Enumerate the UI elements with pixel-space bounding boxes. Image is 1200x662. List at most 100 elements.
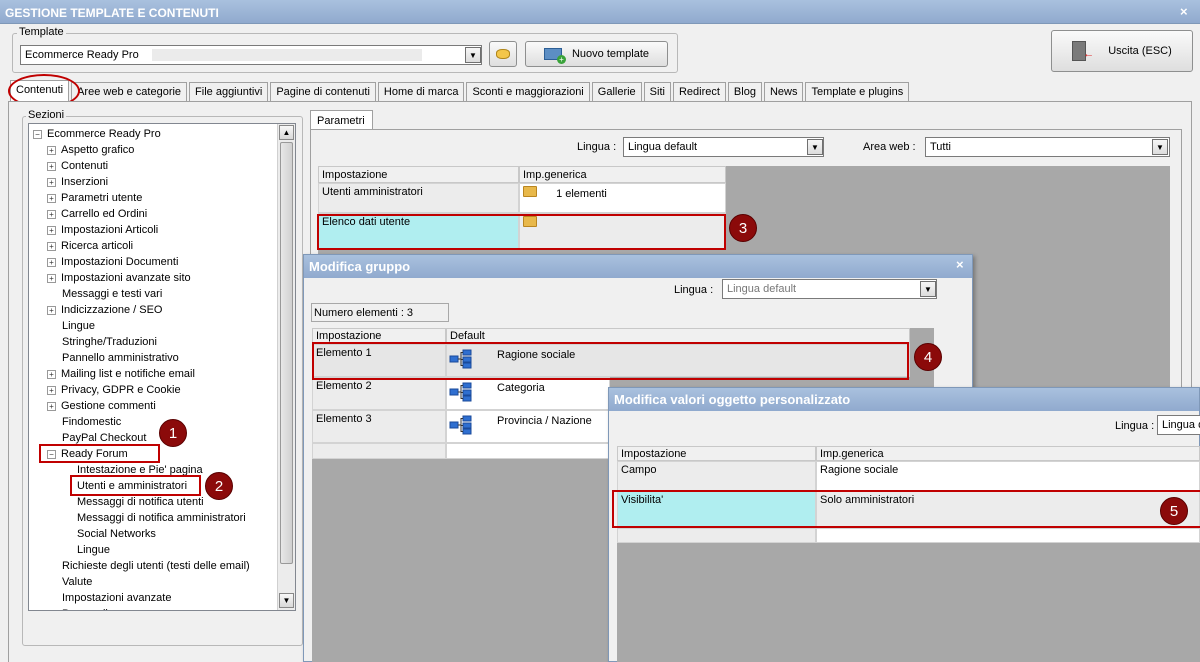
tab-home-di-marca[interactable]: Home di marca (377, 82, 465, 102)
tree-item[interactable]: + Privacy, GDPR e Cookie (47, 382, 181, 398)
tree-item[interactable]: Richieste degli utenti (testi delle emai… (47, 558, 250, 574)
tree-item[interactable]: Messaggi e testi vari (47, 286, 162, 302)
tab-pagine-contenuti[interactable]: Pagine di contenuti (270, 82, 376, 102)
tree-item[interactable]: + Carrello ed Ordini (47, 206, 147, 222)
gruppo-lingua-value: Lingua default (727, 283, 797, 295)
tree-item[interactable]: + Ricerca articoli (47, 238, 133, 254)
chevron-down-icon[interactable]: ▼ (920, 281, 936, 297)
tree-item[interactable]: + Impostazioni avanzate sito (47, 270, 191, 286)
chevron-down-icon[interactable]: ▼ (1152, 139, 1168, 155)
params-row-name[interactable]: Utenti amministratori (318, 183, 519, 213)
tree-item[interactable]: + Gestione commenti (47, 398, 156, 414)
tree-item[interactable]: + Contenuti (47, 158, 108, 174)
tree-subitem[interactable]: Social Networks (62, 526, 156, 542)
annotation-ready-forum (39, 444, 160, 463)
tree-root[interactable]: − Ecommerce Ready Pro (33, 126, 161, 142)
tab-sconti[interactable]: Sconti e maggiorazioni (466, 82, 590, 102)
expand-icon[interactable]: + (47, 241, 56, 251)
tree-item-label: Impostazioni Articoli (61, 224, 159, 236)
tree-item[interactable]: Stringhe/Traduzioni (47, 334, 157, 350)
params-col-impostazione: Impostazione (318, 166, 519, 183)
params-col-impgenerica: Imp.generica (519, 166, 726, 183)
tab-template-plugins[interactable]: Template e plugins (805, 82, 910, 102)
expand-icon[interactable]: + (47, 209, 56, 219)
tab-blog[interactable]: Blog (727, 82, 762, 102)
tree-item[interactable]: Findomestic (47, 414, 121, 430)
expand-icon[interactable]: + (47, 225, 56, 235)
scroll-up-icon[interactable]: ▲ (279, 125, 294, 140)
params-row-value[interactable]: 1 elementi (519, 183, 726, 213)
new-template-button[interactable]: + Nuovo template (525, 41, 668, 67)
open-template-button[interactable] (489, 41, 517, 67)
tree-item-label: Inserzioni (61, 176, 109, 188)
gruppo-row-name[interactable]: Elemento 2 (312, 377, 446, 410)
badge-4: 4 (914, 343, 942, 371)
chevron-down-icon[interactable]: ▼ (465, 47, 481, 63)
tree-item-label: Stringhe/Traduzioni (62, 336, 157, 348)
tree-item[interactable]: Pannello amministrativo (47, 350, 179, 366)
close-icon[interactable]: × (956, 257, 964, 272)
tree-item[interactable]: Lingue (47, 318, 95, 334)
badge-3: 3 (729, 214, 757, 242)
expand-icon[interactable]: + (47, 145, 56, 155)
oggetto-lingua-select[interactable]: Lingua d (1157, 415, 1200, 435)
collapse-icon[interactable]: − (33, 129, 42, 139)
tree-item[interactable]: + Impostazioni Articoli (47, 222, 158, 238)
tree-item[interactable]: + Parametri utente (47, 190, 142, 206)
tree-subitem[interactable]: Messaggi di notifica amministratori (62, 510, 246, 526)
annotation-visibilita (612, 490, 1200, 528)
exit-button[interactable]: ← Uscita (ESC) (1051, 30, 1193, 72)
tab-news[interactable]: News (763, 82, 804, 102)
window-close-icon[interactable]: × (1180, 4, 1188, 19)
tree-item[interactable]: Personalizza... (47, 606, 134, 610)
tab-file-aggiuntivi[interactable]: File aggiuntivi (189, 82, 269, 102)
oggetto-row-value[interactable]: Ragione sociale (816, 461, 1200, 491)
expand-icon[interactable]: + (47, 305, 56, 315)
tree-item[interactable]: Impostazioni avanzate (47, 590, 171, 606)
expand-icon[interactable]: + (47, 273, 56, 283)
tree-item[interactable]: + Mailing list e notifiche email (47, 366, 195, 382)
expand-icon[interactable]: + (47, 257, 56, 267)
expand-icon[interactable]: + (47, 369, 56, 379)
tree-item[interactable]: Valute (47, 574, 92, 590)
expand-icon[interactable]: + (47, 161, 56, 171)
tab-siti[interactable]: Siti (643, 82, 671, 102)
tree-item[interactable]: + Indicizzazione / SEO (47, 302, 163, 318)
gruppo-row-value[interactable]: Categoria (446, 377, 610, 410)
gruppo-row-value[interactable]: Provincia / Nazione (446, 410, 610, 443)
tree-item[interactable]: + Impostazioni Documenti (47, 254, 178, 270)
main-tabs: Contenuti Aree web e categorie File aggi… (10, 80, 910, 102)
lingua-select[interactable]: Lingua default (623, 137, 824, 157)
gruppo-lingua-select[interactable]: Lingua default (722, 279, 937, 299)
tree-item[interactable]: + Inserzioni (47, 174, 108, 190)
area-web-label: Area web : (863, 141, 916, 153)
tree-item-label: Lingue (62, 320, 96, 332)
expand-icon[interactable]: + (47, 401, 56, 411)
tab-gallerie[interactable]: Gallerie (591, 82, 642, 102)
gruppo-row-name[interactable]: Elemento 3 (312, 410, 446, 443)
area-web-select[interactable]: Tutti (925, 137, 1170, 157)
oggetto-row-name[interactable]: Campo (617, 461, 816, 491)
expand-icon[interactable]: + (47, 177, 56, 187)
tree-scrollbar[interactable]: ▲ ▼ (277, 124, 295, 610)
tab-redirect[interactable]: Redirect (672, 82, 726, 102)
tree-item-label: Findomestic (62, 416, 122, 428)
window-titlebar: GESTIONE TEMPLATE E CONTENUTI (0, 0, 1200, 24)
new-template-icon: + (543, 48, 566, 64)
expand-icon[interactable]: + (47, 385, 56, 395)
scroll-down-icon[interactable]: ▼ (279, 593, 294, 608)
scroll-thumb[interactable] (280, 142, 293, 564)
oggetto-row-empty (617, 528, 816, 543)
tree-item-label: Messaggi e testi vari (62, 288, 163, 300)
tab-aree-web[interactable]: Aree web e categorie (71, 82, 188, 102)
template-select-value: Ecommerce Ready Pro (25, 49, 139, 61)
template-select[interactable]: Ecommerce Ready Pro (20, 45, 482, 65)
chevron-down-icon[interactable]: ▼ (807, 139, 823, 155)
sections-tree[interactable]: − Ecommerce Ready Pro + Aspetto grafico + Co… (28, 123, 296, 611)
tree-subitem[interactable]: Lingue (62, 542, 110, 558)
tree-item-label: Carrello ed Ordini (61, 208, 148, 220)
tree-item[interactable]: + Aspetto grafico (47, 142, 134, 158)
tab-parametri[interactable]: Parametri (310, 110, 373, 130)
expand-icon[interactable]: + (47, 193, 56, 203)
tree-subitem[interactable]: Messaggi di notifica utenti (62, 494, 204, 510)
